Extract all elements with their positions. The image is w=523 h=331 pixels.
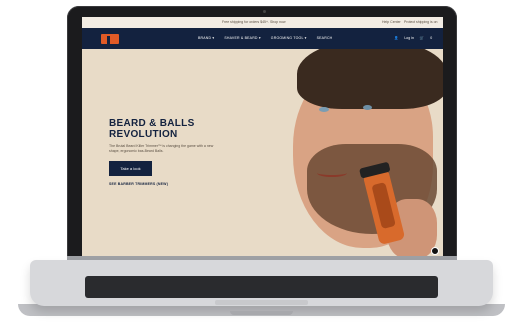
nav-links: BRAND ▾ SHAVER & BEARD ▾ GROOMING TOOL ▾… bbox=[198, 36, 332, 40]
hero-image bbox=[267, 49, 443, 256]
nav-item-shaver-beard[interactable]: SHAVER & BEARD ▾ bbox=[224, 36, 260, 40]
man-hair bbox=[297, 49, 443, 109]
brand-logo[interactable] bbox=[101, 34, 119, 44]
take-a-look-button[interactable]: Take a look bbox=[109, 161, 152, 176]
man-smile bbox=[317, 169, 347, 177]
login-link[interactable]: Log in bbox=[404, 36, 414, 40]
help-center-link[interactable]: Help Center bbox=[382, 20, 401, 24]
laptop-opening-lip bbox=[230, 311, 293, 315]
nav-item-search[interactable]: SEARCH bbox=[317, 36, 333, 40]
headline-line-1: BEARD & BALLS bbox=[109, 118, 195, 129]
announcement-text[interactable]: Free shipping for orders $45+. Shop now bbox=[222, 20, 286, 24]
laptop-keyboard bbox=[85, 276, 438, 298]
webcam bbox=[263, 10, 266, 13]
hero-subtext: The Brutal Beard Killer Trimmer™ is chan… bbox=[109, 144, 214, 153]
man-eye bbox=[319, 107, 329, 112]
hero-headline: BEARD & BALLS REVOLUTION bbox=[109, 118, 195, 140]
laptop-mockup: Free shipping for orders $45+. Shop now … bbox=[0, 0, 523, 331]
cart-icon[interactable]: 🛒 bbox=[420, 36, 424, 40]
website-screen: Free shipping for orders $45+. Shop now … bbox=[82, 17, 443, 256]
nav-item-brand[interactable]: BRAND ▾ bbox=[198, 36, 214, 40]
nav-item-grooming-tool[interactable]: GROOMING TOOL ▾ bbox=[271, 36, 307, 40]
shipping-protection-link[interactable]: Protect shipping is on bbox=[404, 20, 437, 24]
hero-section: BEARD & BALLS REVOLUTION The Brutal Bear… bbox=[82, 49, 443, 256]
user-icon[interactable]: 👤 bbox=[394, 36, 398, 40]
nav-actions: 👤 Log in 🛒 0 bbox=[394, 36, 432, 40]
barber-trimmers-link[interactable]: SEE BARBER TRIMMERS (NEW) bbox=[109, 182, 168, 186]
headline-line-2: REVOLUTION bbox=[109, 129, 178, 140]
main-navigation: BRAND ▾ SHAVER & BEARD ▾ GROOMING TOOL ▾… bbox=[82, 28, 443, 49]
announcement-bar: Free shipping for orders $45+. Shop now … bbox=[82, 17, 443, 28]
cart-count: 0 bbox=[430, 36, 433, 40]
man-eye-right bbox=[363, 105, 372, 110]
chat-bubble-icon[interactable] bbox=[431, 247, 439, 255]
laptop-trackpad bbox=[215, 300, 308, 305]
